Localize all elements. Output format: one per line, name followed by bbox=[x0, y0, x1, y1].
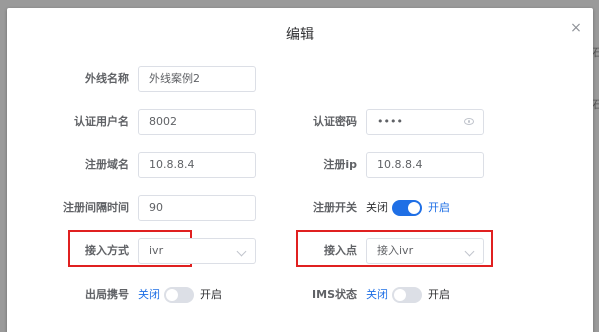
switch-knob bbox=[166, 289, 178, 301]
access-point-value: 接入ivr bbox=[377, 244, 414, 257]
auth-user-label: 认证用户名 bbox=[74, 115, 129, 128]
reg-ip-value: 10.8.8.4 bbox=[377, 158, 423, 171]
reg-interval-input[interactable]: 90 bbox=[138, 195, 256, 221]
trunk-name-value: 外线案例2 bbox=[149, 72, 200, 85]
access-point-label: 接入点 bbox=[324, 244, 357, 257]
chevron-down-icon bbox=[236, 246, 247, 257]
outbound-carry-toggle[interactable] bbox=[164, 287, 194, 303]
reg-switch-label: 注册开关 bbox=[313, 201, 357, 214]
reg-interval-value: 90 bbox=[149, 201, 163, 214]
outbound-carry-label: 出局携号 bbox=[85, 288, 129, 301]
switch-knob bbox=[394, 289, 406, 301]
outbound-carry-off-text[interactable]: 关闭 bbox=[138, 282, 160, 308]
reg-switch-toggle[interactable] bbox=[392, 200, 422, 216]
reg-ip-label: 注册ip bbox=[323, 158, 357, 171]
access-method-label: 接入方式 bbox=[85, 244, 129, 257]
trunk-name-input[interactable]: 外线案例2 bbox=[138, 66, 256, 92]
reg-interval-label: 注册间隔时间 bbox=[63, 201, 129, 214]
reg-domain-value: 10.8.8.4 bbox=[149, 158, 195, 171]
reg-domain-label: 注册域名 bbox=[85, 158, 129, 171]
ims-status-on-text[interactable]: 开启 bbox=[428, 282, 450, 308]
reg-switch-on-text[interactable]: 开启 bbox=[428, 195, 450, 221]
reg-domain-input[interactable]: 10.8.8.4 bbox=[138, 152, 256, 178]
reg-ip-input[interactable]: 10.8.8.4 bbox=[366, 152, 484, 178]
background-tab: 石 bbox=[592, 46, 599, 59]
auth-password-value: •••• bbox=[377, 115, 403, 128]
access-point-select[interactable]: 接入ivr bbox=[366, 238, 484, 264]
auth-user-input[interactable]: 8002 bbox=[138, 109, 256, 135]
background-tab: 石 bbox=[592, 98, 599, 111]
auth-password-input[interactable]: •••• bbox=[366, 109, 484, 135]
auth-user-value: 8002 bbox=[149, 115, 177, 128]
reg-switch-off-text[interactable]: 关闭 bbox=[366, 195, 388, 221]
edit-dialog: 编辑 × 外线名称 外线案例2 认证用户名 8002 认证密码 •••• 注册域… bbox=[7, 8, 593, 332]
ims-status-label: IMS状态 bbox=[312, 288, 357, 301]
trunk-name-label: 外线名称 bbox=[85, 72, 129, 85]
switch-knob bbox=[408, 202, 420, 214]
chevron-down-icon bbox=[464, 246, 475, 257]
auth-password-label: 认证密码 bbox=[313, 115, 357, 128]
ims-status-off-text[interactable]: 关闭 bbox=[366, 282, 388, 308]
ims-status-toggle[interactable] bbox=[392, 287, 422, 303]
dialog-title: 编辑 bbox=[286, 27, 314, 43]
access-method-value: ivr bbox=[149, 244, 164, 257]
access-method-select[interactable]: ivr bbox=[138, 238, 256, 264]
outbound-carry-on-text[interactable]: 开启 bbox=[200, 282, 222, 308]
close-icon[interactable]: × bbox=[568, 20, 584, 36]
eye-icon[interactable] bbox=[464, 118, 474, 125]
